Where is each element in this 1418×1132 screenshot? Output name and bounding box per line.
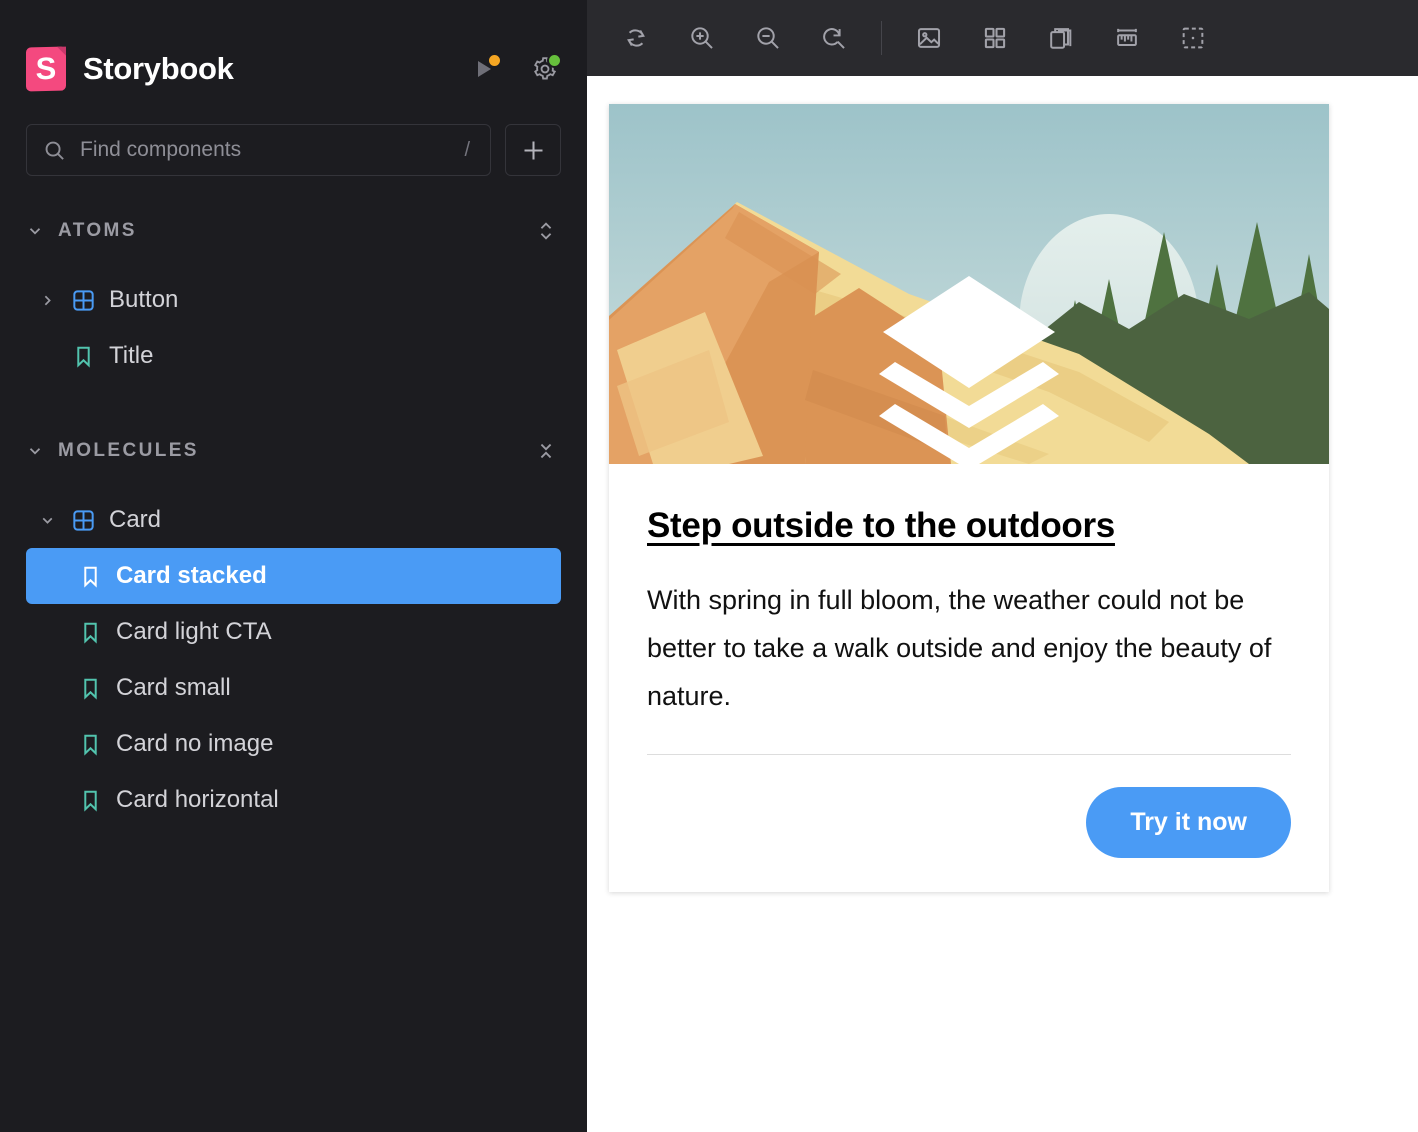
backgrounds-button[interactable] bbox=[896, 0, 962, 76]
mountain-illustration bbox=[609, 104, 1329, 464]
brand[interactable]: S Storybook bbox=[26, 46, 469, 92]
chevron-down-icon bbox=[29, 228, 41, 235]
tree-item-label: Card bbox=[109, 506, 162, 533]
tree-item-label: Card horizontal bbox=[116, 786, 279, 813]
search-shortcut-hint: / bbox=[464, 138, 470, 161]
component-tree: ATOMS Button Title MOLECULES Card Card s… bbox=[26, 208, 561, 828]
sidebar-group-molecules[interactable]: MOLECULES bbox=[26, 428, 561, 474]
card-actions: Try it now bbox=[647, 787, 1291, 859]
plus-icon bbox=[524, 141, 542, 159]
tree-row[interactable]: Card horizontal bbox=[26, 772, 561, 828]
sidebar-header: S Storybook bbox=[26, 0, 562, 120]
tree-item-label: Card stacked bbox=[116, 562, 267, 589]
brand-title: Storybook bbox=[83, 51, 234, 86]
tree-row[interactable]: Card small bbox=[26, 660, 561, 716]
zoom-reset-button[interactable] bbox=[801, 0, 867, 76]
measure-button[interactable] bbox=[1094, 0, 1160, 76]
remount-button[interactable] bbox=[603, 0, 669, 76]
play-button[interactable] bbox=[469, 53, 502, 85]
tree-row[interactable]: Card bbox=[26, 492, 561, 548]
outline-button[interactable] bbox=[1160, 0, 1226, 76]
zoom-in-icon bbox=[691, 27, 713, 49]
card-description: With spring in full bloom, the weather c… bbox=[647, 585, 1272, 712]
chevron-down-icon[interactable] bbox=[36, 512, 58, 529]
collapse-all-icon[interactable] bbox=[535, 438, 557, 464]
tree-row[interactable]: Card no image bbox=[26, 716, 561, 772]
add-component-button[interactable] bbox=[505, 124, 561, 176]
measure-icon bbox=[1117, 28, 1137, 46]
story-canvas: Step outside to the outdoors With spring… bbox=[587, 76, 1418, 1132]
grid-button[interactable] bbox=[962, 0, 1028, 76]
tree-row[interactable]: Title bbox=[26, 328, 561, 384]
chevron-right-icon[interactable] bbox=[36, 292, 58, 309]
card-title: Step outside to the outdoors bbox=[647, 506, 1115, 545]
settings-status-badge bbox=[547, 53, 562, 68]
toolbar-separator bbox=[881, 21, 882, 55]
sidebar-group-atoms[interactable]: ATOMS bbox=[26, 208, 561, 254]
expand-all-icon[interactable] bbox=[535, 218, 557, 244]
story-icon bbox=[84, 734, 97, 756]
search-input[interactable]: Find components bbox=[80, 138, 450, 162]
try-it-now-button[interactable]: Try it now bbox=[1086, 787, 1291, 859]
viewport-icon bbox=[1050, 28, 1072, 49]
group-label-atoms: ATOMS bbox=[58, 220, 137, 241]
sidebar: S Storybook Find components / ATOMS Butt… bbox=[0, 0, 587, 1132]
component-icon bbox=[73, 509, 94, 531]
card-divider bbox=[647, 754, 1291, 756]
settings-button[interactable] bbox=[529, 53, 562, 85]
tree-item-label: Card small bbox=[116, 674, 231, 701]
remount-icon bbox=[627, 29, 645, 47]
card-image bbox=[609, 104, 1329, 464]
zoom-out-button[interactable] bbox=[735, 0, 801, 76]
card-body: Step outside to the outdoors With spring… bbox=[609, 464, 1329, 892]
header-actions bbox=[469, 53, 562, 85]
preview-toolbar bbox=[587, 0, 1418, 76]
search-icon bbox=[45, 141, 64, 160]
chevron-down-icon bbox=[29, 448, 41, 455]
logo-letter: S bbox=[35, 50, 57, 86]
story-icon bbox=[84, 790, 97, 812]
tree-item-label: Card light CTA bbox=[116, 618, 272, 645]
outline-icon bbox=[1182, 27, 1204, 49]
tree-row-selected[interactable]: Card stacked bbox=[26, 548, 561, 604]
search-box[interactable]: Find components / bbox=[26, 124, 491, 176]
grid-icon bbox=[984, 27, 1006, 49]
story-icon bbox=[84, 622, 97, 644]
card: Step outside to the outdoors With spring… bbox=[609, 104, 1329, 893]
zoom-out-icon bbox=[757, 27, 779, 49]
play-status-badge bbox=[487, 53, 502, 68]
story-icon bbox=[84, 566, 97, 588]
storybook-logo-icon: S bbox=[26, 46, 66, 92]
group-label-molecules: MOLECULES bbox=[58, 440, 199, 461]
tree-item-label: Button bbox=[109, 286, 179, 313]
component-icon bbox=[73, 289, 94, 311]
tree-item-label: Title bbox=[109, 342, 154, 369]
storybook-app: S Storybook Find components / ATOMS Butt… bbox=[0, 0, 1418, 1132]
preview-pane: Step outside to the outdoors With spring… bbox=[587, 0, 1418, 1132]
backgrounds-icon bbox=[917, 28, 941, 48]
tree-row[interactable]: Button bbox=[26, 272, 561, 328]
story-icon bbox=[77, 346, 90, 368]
tree-item-label: Card no image bbox=[116, 730, 274, 757]
tree-row[interactable]: Card light CTA bbox=[26, 604, 561, 660]
zoom-in-button[interactable] bbox=[669, 0, 735, 76]
story-icon bbox=[84, 678, 97, 700]
viewport-button[interactable] bbox=[1028, 0, 1094, 76]
zoom-reset-icon bbox=[823, 28, 845, 49]
search-row: Find components / bbox=[26, 124, 561, 176]
